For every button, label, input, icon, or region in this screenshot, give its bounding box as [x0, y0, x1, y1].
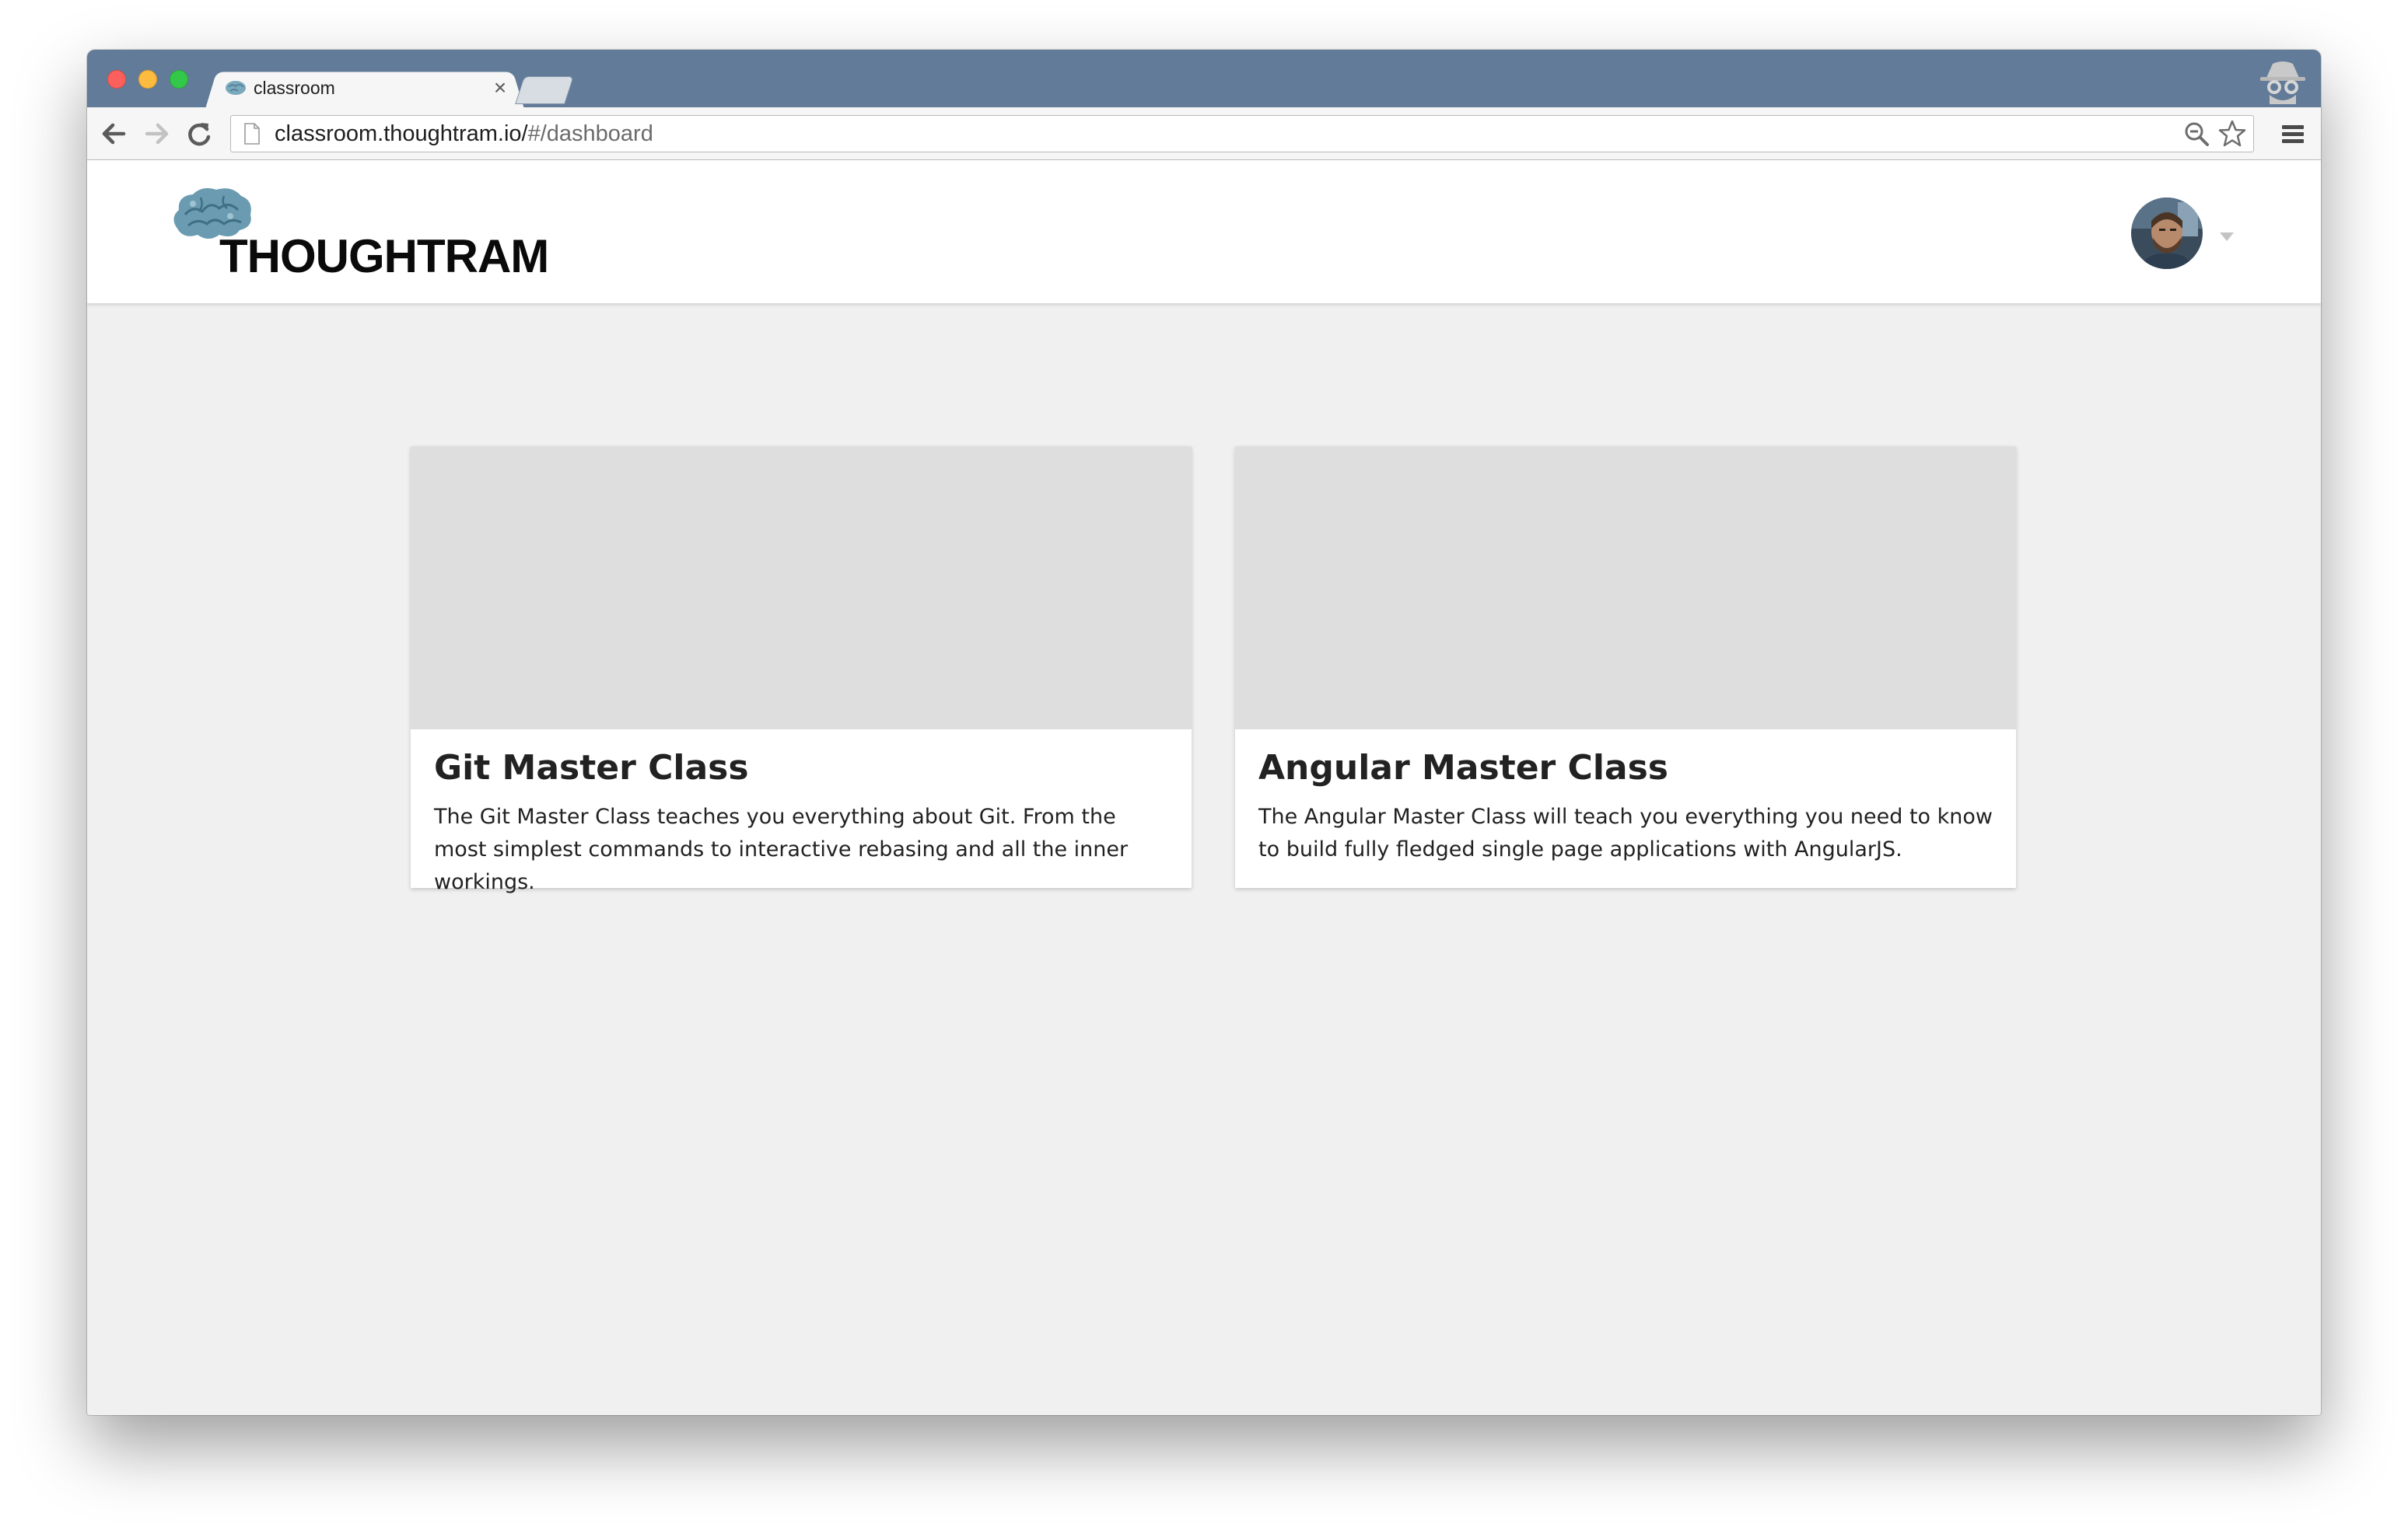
browser-toolbar: classroom.thoughtram.io/#/dashboard	[87, 107, 2321, 160]
user-avatar[interactable]	[2131, 197, 2203, 269]
course-card-body: Angular Master Class The Angular Master …	[1235, 729, 2016, 866]
app-header: THOUGHTRAM	[87, 160, 2321, 303]
course-card-body: Git Master Class The Git Master Class te…	[411, 729, 1192, 899]
new-tab-button[interactable]	[515, 76, 574, 104]
course-description: The Git Master Class teaches you everyth…	[434, 805, 1129, 894]
tab-close-icon[interactable]: ×	[488, 76, 512, 100]
page-icon	[244, 123, 260, 145]
brain-favicon-icon	[226, 81, 246, 95]
title-bar: classroom ×	[87, 50, 2321, 109]
minimize-window-button[interactable]	[138, 70, 157, 89]
course-image-placeholder	[411, 446, 1192, 729]
close-window-button[interactable]	[107, 70, 126, 89]
course-card-git[interactable]: Git Master Class The Git Master Class te…	[411, 446, 1192, 894]
course-card-angular[interactable]: Angular Master Class The Angular Master …	[1235, 446, 2016, 888]
page-content: THOUGHTRAM Git Master Class The Git Mast…	[87, 160, 2321, 1415]
logo-wordmark: THOUGHTRAM	[219, 230, 549, 282]
maximize-window-button[interactable]	[170, 70, 188, 89]
url-text[interactable]: classroom.thoughtram.io/#/dashboard	[275, 121, 2182, 147]
forward-arrow-icon[interactable]	[142, 118, 173, 149]
course-image-placeholder	[1235, 446, 2016, 729]
back-arrow-icon[interactable]	[98, 118, 129, 149]
reload-icon[interactable]	[184, 118, 215, 149]
incognito-icon	[2260, 61, 2305, 104]
url-path: #/dashboard	[527, 121, 653, 146]
course-description: The Angular Master Class will teach you …	[1258, 805, 1993, 862]
hamburger-menu-icon[interactable]	[2277, 118, 2308, 149]
url-host: classroom.thoughtram.io/	[275, 121, 528, 146]
course-list: Git Master Class The Git Master Class te…	[411, 446, 2016, 894]
bookmark-star-icon[interactable]	[2217, 119, 2247, 149]
browser-tab-content[interactable]: classroom ×	[224, 68, 512, 107]
browser-window: classroom × classroom.thoughtram.io/#/da…	[87, 50, 2321, 1415]
avatar-photo	[2131, 197, 2203, 269]
tab-title: classroom	[254, 77, 335, 98]
course-title[interactable]: Git Master Class	[434, 746, 1168, 790]
chevron-down-icon[interactable]	[2218, 230, 2235, 243]
course-title[interactable]: Angular Master Class	[1258, 746, 1993, 790]
zoom-icon[interactable]	[2182, 119, 2211, 149]
thoughtram-logo[interactable]: THOUGHTRAM	[170, 184, 551, 282]
address-bar[interactable]: classroom.thoughtram.io/#/dashboard	[230, 115, 2254, 152]
